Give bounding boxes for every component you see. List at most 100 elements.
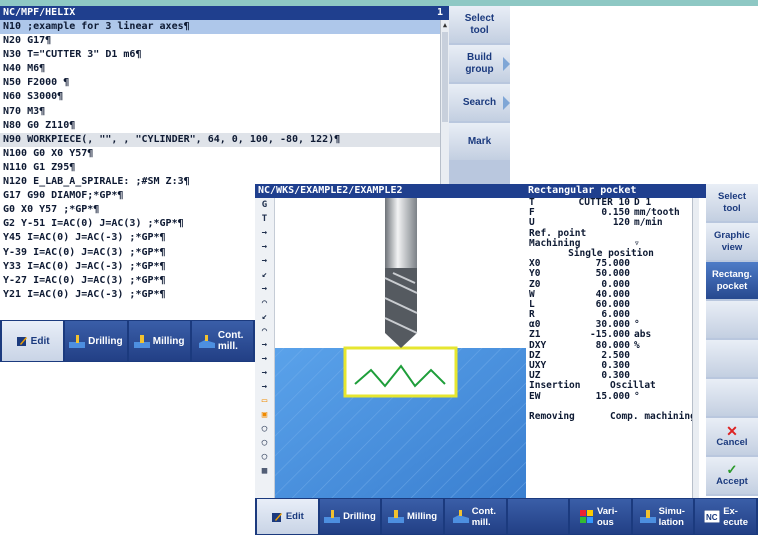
- drilling-icon: [324, 510, 341, 523]
- drilling-icon: [69, 334, 86, 348]
- softkey-various[interactable]: Vari- ous: [570, 499, 631, 534]
- scroll-thumb[interactable]: [442, 32, 448, 122]
- graphic-view-button[interactable]: Graphic view: [706, 223, 758, 260]
- code-line[interactable]: N40 M6¶: [0, 62, 440, 76]
- parameter-form: T CUTTER 10 D 1 F 0.150 mm/tooth U 120 m/min Ref.…: [526, 198, 706, 498]
- softkey-milling[interactable]: Milling: [382, 499, 443, 534]
- param-unit: Comp. machining: [610, 410, 696, 422]
- code-line[interactable]: N10 ;example for 3 linear axes¶: [0, 20, 440, 35]
- pocket-icon: ▭: [261, 396, 268, 406]
- code-line[interactable]: N30 T="CUTTER 3" D1 m6¶: [0, 48, 440, 62]
- softkey-cont-mill[interactable]: Cont. mill.: [444, 499, 506, 534]
- softkey-milling-label: Milling: [407, 511, 438, 522]
- svg-text:NC: NC: [706, 513, 718, 522]
- empty-softkey[interactable]: [706, 301, 758, 338]
- softkey-drilling-label: Drilling: [343, 511, 376, 522]
- accept-button[interactable]: ✓ Accept: [706, 457, 758, 494]
- chevron-right-icon: [503, 96, 510, 110]
- pocket-dialog-window: NC/WKS/EXAMPLE2/EXAMPLE2 Rectangular poc…: [255, 184, 758, 535]
- edit-icon: [16, 337, 27, 346]
- softkey-execute-label: Ex- ecute: [723, 505, 749, 528]
- softkey-milling[interactable]: Milling: [128, 321, 190, 361]
- circle-icon: ◯: [261, 452, 268, 462]
- softkey-empty[interactable]: [507, 499, 569, 534]
- mark-label: Mark: [467, 135, 492, 147]
- front-title-bar: NC/WKS/EXAMPLE2/EXAMPLE2: [255, 184, 526, 198]
- contour-milling-icon: [198, 334, 215, 348]
- empty-softkey[interactable]: [706, 340, 758, 377]
- graphic-view-label: Graphic view: [714, 229, 750, 253]
- softkey-edit[interactable]: Edit: [2, 321, 64, 361]
- arrow-icon: →: [261, 382, 268, 392]
- softkey-execute[interactable]: NC Ex- ecute: [695, 499, 756, 534]
- pocket-graphic: [275, 198, 526, 498]
- select-tool-label: Select tool: [718, 190, 746, 214]
- param-label: Y0: [529, 268, 541, 280]
- scroll-up-icon[interactable]: ▲: [441, 20, 449, 30]
- icon-g: G: [261, 200, 268, 210]
- param-value[interactable]: 50.000: [554, 269, 630, 279]
- softkey-cont-mill[interactable]: Cont. mill.: [191, 321, 253, 361]
- milling-icon: [133, 334, 150, 348]
- softkey-cont-mill-label: Cont. mill.: [217, 330, 244, 352]
- softkey-cont-mill-label: Cont. mill.: [471, 505, 496, 528]
- select-tool-button[interactable]: Select tool: [449, 6, 510, 43]
- form-scrollbar[interactable]: [692, 198, 699, 498]
- code-line[interactable]: N80 G0 Z110¶: [0, 119, 440, 133]
- code-line[interactable]: N20 G17¶: [0, 34, 440, 48]
- cancel-label: Cancel: [716, 436, 748, 448]
- form-row[interactable]: EW 15.000 °: [526, 390, 706, 402]
- softkey-drilling[interactable]: Drilling: [65, 321, 127, 361]
- code-line[interactable]: N50 F2000 ¶: [0, 76, 440, 90]
- arrow-icon: →: [261, 228, 268, 238]
- cycle-icon-column: G T → → → ↙ → ⌒ ↙ ⌒ → → → → ▭ ▣ ◯ ◯ ◯ ▦: [255, 198, 275, 498]
- softkey-edit[interactable]: Edit: [257, 499, 318, 534]
- line-number: 1: [436, 7, 443, 18]
- diagonal-arrow-icon: ↙: [261, 270, 268, 280]
- various-icon: [579, 510, 593, 523]
- code-line[interactable]: N70 M3¶: [0, 105, 440, 119]
- diagonal-arrow-icon: ↙: [261, 312, 268, 322]
- code-line[interactable]: N90 WORKPIECE(, "", , "CYLINDER", 64, 0,…: [0, 132, 440, 147]
- param-label: Removing: [529, 410, 575, 422]
- param-unit: %: [634, 339, 640, 351]
- code-line[interactable]: N60 S3000¶: [0, 90, 440, 104]
- param-unit: m/min: [634, 217, 663, 229]
- arrow-icon: →: [261, 284, 268, 294]
- form-row[interactable]: Removing Comp. machining: [526, 410, 706, 422]
- build-group-button[interactable]: Build group: [449, 45, 510, 82]
- arrow-icon: →: [261, 354, 268, 364]
- search-button[interactable]: Search: [449, 84, 510, 121]
- mark-button[interactable]: Mark: [449, 123, 510, 160]
- tool-shank: [385, 198, 417, 268]
- arrow-icon: →: [261, 256, 268, 266]
- softkey-drilling[interactable]: Drilling: [319, 499, 381, 534]
- form-row[interactable]: Y0 50.000: [526, 269, 706, 279]
- icon-t: T: [261, 214, 268, 224]
- arrow-icon: →: [261, 340, 268, 350]
- softkey-edit-label: Edit: [30, 335, 50, 347]
- chevron-right-icon: [503, 57, 510, 71]
- softkey-simulation[interactable]: Simu- lation: [632, 499, 694, 534]
- circle-icon: ◯: [261, 424, 268, 434]
- param-label: EW: [529, 390, 541, 402]
- select-tool-label: Select tool: [464, 12, 495, 36]
- softkey-various-label: Vari- ous: [596, 505, 618, 528]
- code-line[interactable]: N100 G0 X0 Y57¶: [0, 147, 440, 161]
- cancel-button[interactable]: ✕ Cancel: [706, 418, 758, 455]
- edit-icon: [271, 512, 282, 522]
- arrow-icon: →: [261, 368, 268, 378]
- check-icon: ✓: [726, 461, 738, 477]
- rectang-pocket-label: Rectang. pocket: [711, 268, 753, 292]
- close-icon: ✕: [726, 422, 738, 439]
- select-tool-button[interactable]: Select tool: [706, 184, 758, 221]
- arrow-icon: →: [261, 242, 268, 252]
- pocket-outline: [343, 346, 458, 398]
- param-value[interactable]: 15.000: [554, 391, 630, 402]
- empty-softkey[interactable]: [706, 379, 758, 416]
- dialog-vertical-softkeys: Select tool Graphic view Rectang. pocket…: [706, 184, 758, 496]
- contour-milling-icon: [452, 510, 469, 523]
- code-line[interactable]: N110 G1 Z95¶: [0, 161, 440, 175]
- rectang-pocket-button[interactable]: Rectang. pocket: [706, 262, 758, 299]
- pocket-selected-icon: ▣: [261, 410, 268, 420]
